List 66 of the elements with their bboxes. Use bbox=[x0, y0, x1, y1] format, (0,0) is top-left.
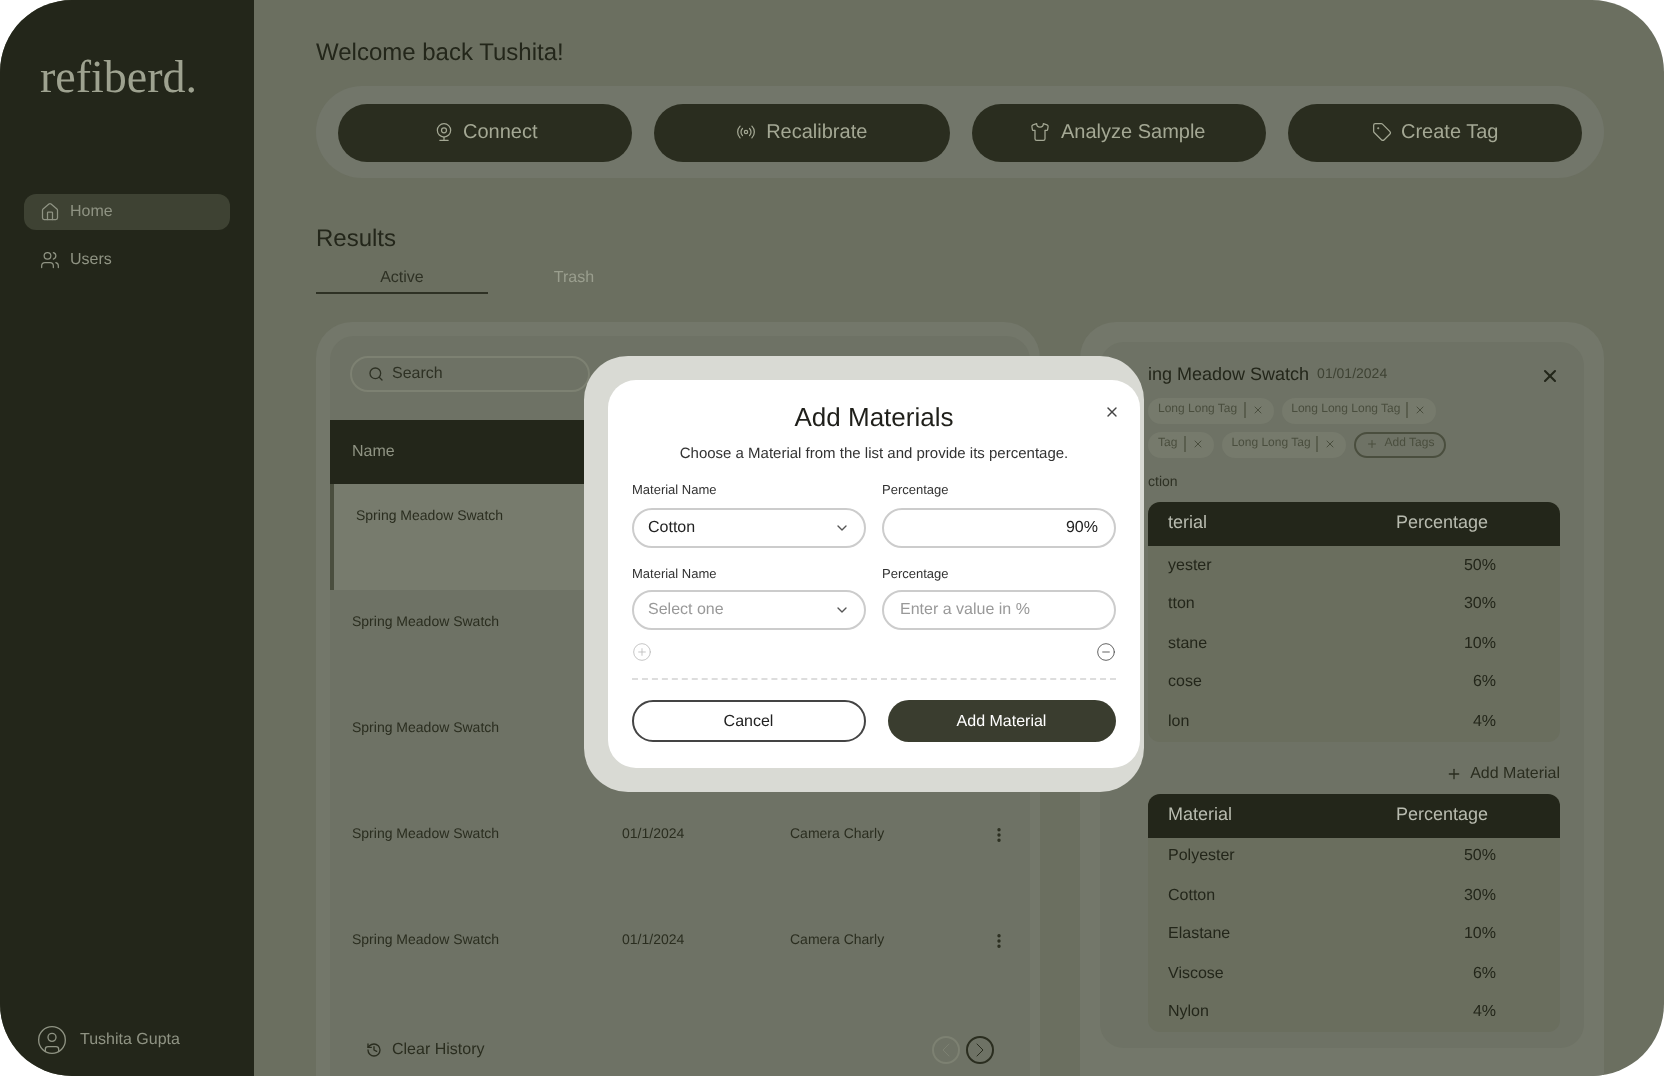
signal-icon bbox=[736, 122, 757, 142]
next-page-icon[interactable] bbox=[966, 1036, 994, 1064]
sidebar-item[interactable]: Home bbox=[24, 193, 230, 229]
sidebar-item[interactable]: Users bbox=[24, 241, 230, 277]
action-button[interactable]: Analyze Sample bbox=[971, 103, 1266, 161]
table-cell-text: 50% bbox=[1461, 844, 1496, 869]
table-cell-text: 6% bbox=[1470, 670, 1496, 695]
column-header: Material bbox=[1166, 801, 1235, 828]
table-cell-text: 4% bbox=[1470, 1000, 1496, 1025]
plus-icon bbox=[1366, 438, 1379, 450]
table-cell-text: 30% bbox=[1461, 883, 1496, 908]
table-cell-text: Cotton bbox=[1166, 883, 1218, 908]
remove-row-icon[interactable] bbox=[1096, 642, 1116, 663]
welcome-title: Welcome back Tushita! bbox=[316, 36, 566, 70]
cancel-button[interactable]: Cancel bbox=[632, 700, 865, 743]
close-icon[interactable] bbox=[1104, 404, 1120, 420]
table-cell-text: stane bbox=[1166, 631, 1210, 656]
remove-tag-icon[interactable] bbox=[1191, 438, 1204, 450]
table-cell-text: 10% bbox=[1461, 631, 1496, 656]
clear-history-button[interactable]: Clear History bbox=[366, 1038, 485, 1062]
percentage-input[interactable]: Enter a value in % bbox=[882, 590, 1116, 631]
section-title: Results bbox=[316, 222, 399, 256]
add-material-link[interactable]: Add Material bbox=[1446, 761, 1560, 785]
table-cell-text: 6% bbox=[1470, 961, 1496, 986]
column-header: Percentage bbox=[1394, 510, 1489, 537]
add-material-button[interactable]: Add Material bbox=[887, 700, 1116, 743]
action-button[interactable]: Connect bbox=[338, 103, 633, 161]
user-name: Tushita Gupta bbox=[80, 1028, 180, 1052]
search-icon bbox=[368, 366, 384, 382]
table-cell-text: Polyester bbox=[1166, 844, 1237, 869]
search-field[interactable]: Search bbox=[350, 356, 590, 392]
history-icon bbox=[366, 1042, 382, 1058]
action-button[interactable]: Recalibrate bbox=[654, 103, 949, 161]
column-header: Name bbox=[352, 440, 395, 464]
avatar-icon bbox=[36, 1024, 68, 1056]
table-cell-text: Elastane bbox=[1166, 922, 1233, 947]
table-cell-text: lon bbox=[1166, 709, 1192, 734]
table-cell-text: Nylon bbox=[1166, 1000, 1211, 1025]
home-icon bbox=[40, 201, 60, 221]
table-cell-text: cose bbox=[1166, 670, 1204, 695]
material-select[interactable]: Select one bbox=[632, 590, 866, 631]
tag-icon bbox=[1371, 122, 1391, 142]
column-header: Percentage bbox=[1394, 801, 1489, 828]
webcam-icon bbox=[433, 122, 453, 142]
dialog-title: Add Materials bbox=[794, 400, 954, 436]
remove-tag-icon[interactable] bbox=[1324, 438, 1337, 450]
table-cell-text: yester bbox=[1166, 553, 1214, 578]
add-row-icon[interactable] bbox=[632, 642, 652, 663]
users-icon bbox=[40, 249, 60, 269]
remove-tag-icon[interactable] bbox=[1251, 404, 1264, 416]
table-cell-text: 30% bbox=[1461, 592, 1496, 617]
sample-title: ing Meadow Swatch bbox=[1148, 362, 1310, 388]
table-cell-text: 10% bbox=[1461, 922, 1496, 947]
shirt-icon bbox=[1030, 122, 1051, 142]
tab[interactable]: Active bbox=[316, 262, 488, 294]
table-cell-text: tton bbox=[1166, 592, 1197, 617]
material-select[interactable]: Cotton bbox=[632, 507, 866, 547]
table-cell-text: Viscose bbox=[1166, 961, 1226, 986]
percentage-input[interactable]: 90% bbox=[882, 507, 1116, 547]
column-header: terial bbox=[1166, 510, 1210, 537]
table-cell-text: 4% bbox=[1470, 709, 1496, 734]
action-button[interactable]: Create Tag bbox=[1287, 103, 1582, 161]
table-cell-text: 50% bbox=[1461, 553, 1496, 578]
remove-tag-icon[interactable] bbox=[1414, 404, 1427, 416]
logo: refiberd. bbox=[38, 50, 200, 106]
plus-icon bbox=[1446, 765, 1463, 781]
